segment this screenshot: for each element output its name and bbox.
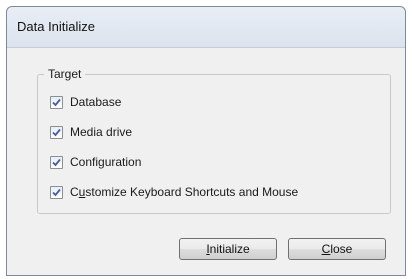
checkmark-icon [52,188,61,196]
checkmark-icon [52,128,61,136]
checkmark-icon [52,98,61,106]
database-label: Database [70,95,122,109]
keyboard-shortcuts-option[interactable]: Customize Keyboard Shortcuts and Mouse [50,184,298,200]
data-initialize-dialog: Data Initialize Target Database Media dr… [6,6,406,276]
media-drive-checkbox[interactable] [50,125,63,139]
window-title: Data Initialize [17,19,96,34]
target-group-legend: Target [44,67,86,81]
configuration-checkbox[interactable] [50,155,63,169]
media-drive-option[interactable]: Media drive [50,124,132,140]
target-groupbox: Target Database Media drive Configuratio… [37,67,391,214]
initialize-button[interactable]: Initialize [179,238,277,260]
database-option[interactable]: Database [50,94,121,110]
keyboard-shortcuts-label: Customize Keyboard Shortcuts and Mouse [70,185,299,199]
media-drive-label: Media drive [70,125,133,139]
checkmark-icon [52,158,61,166]
close-button[interactable]: Close [288,238,386,260]
database-checkbox[interactable] [50,95,63,109]
configuration-label: Configuration [70,155,142,169]
keyboard-shortcuts-checkbox[interactable] [50,185,63,199]
title-bar[interactable]: Data Initialize [7,7,405,48]
configuration-option[interactable]: Configuration [50,154,141,170]
